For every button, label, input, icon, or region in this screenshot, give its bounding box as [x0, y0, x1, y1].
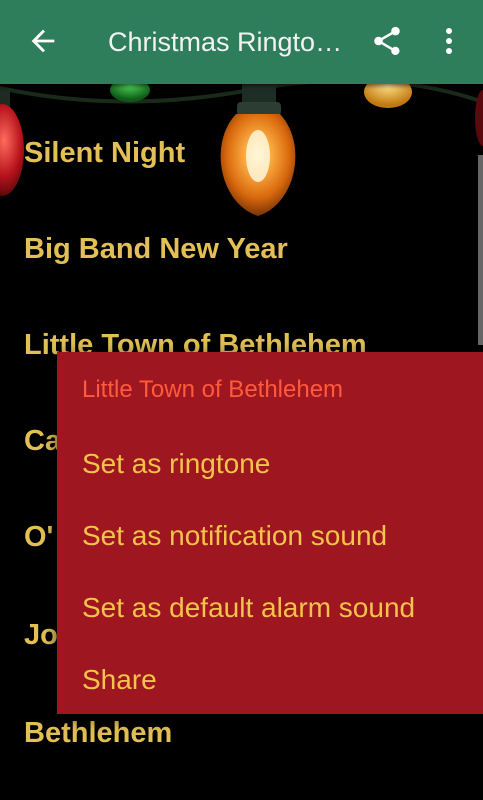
share-option[interactable]: Share	[82, 658, 157, 702]
app-bar: Christmas Ringtones	[0, 0, 483, 84]
context-menu: Little Town of Bethlehem Set as ringtone…	[57, 352, 483, 714]
app-title: Christmas Ringtones	[108, 27, 348, 57]
list-item[interactable]: O'	[24, 512, 53, 562]
list-item[interactable]: Silent Night	[24, 128, 185, 178]
list-item[interactable]: Jo	[24, 610, 58, 660]
context-menu-title: Little Town of Bethlehem	[82, 376, 344, 403]
more-vert-icon[interactable]	[437, 24, 461, 58]
scrollbar[interactable]	[478, 155, 483, 345]
set-as-ringtone-option[interactable]: Set as ringtone	[82, 442, 270, 486]
set-as-notification-option[interactable]: Set as notification sound	[82, 514, 387, 558]
share-icon[interactable]	[370, 24, 404, 58]
list-item[interactable]: Bethlehem	[24, 708, 172, 758]
set-as-alarm-option[interactable]: Set as default alarm sound	[82, 586, 415, 630]
arrow-left-icon[interactable]	[26, 24, 60, 58]
list-item[interactable]: Ca	[24, 416, 61, 466]
list-item[interactable]: Big Band New Year	[24, 224, 288, 274]
